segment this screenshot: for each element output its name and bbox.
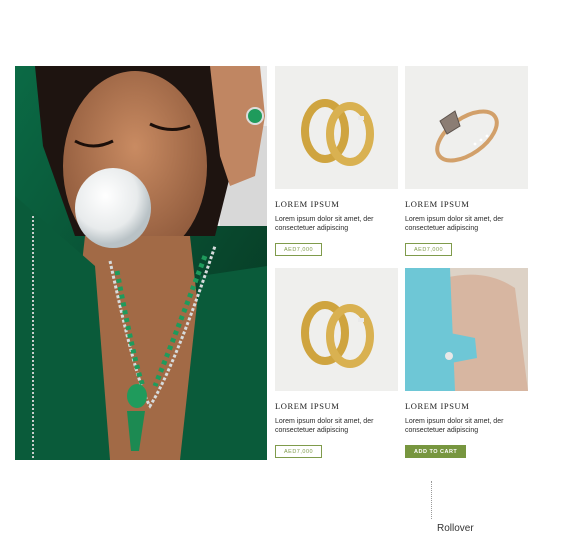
product-card[interactable]: LOREM IPSUM Lorem ipsum dolor sit amet, … <box>275 268 398 458</box>
product-title[interactable]: LOREM IPSUM <box>275 401 398 411</box>
gold-wedding-bands-icon[interactable] <box>275 66 398 189</box>
product-card[interactable]: LOREM IPSUM Lorem ipsum dolor sit amet, … <box>405 66 528 256</box>
product-description: Lorem ipsum dolor sit amet, der consecte… <box>275 418 374 434</box>
product-card-rollover[interactable]: LOREM IPSUM Lorem ipsum dolor sit amet, … <box>405 268 528 458</box>
model-blue-gloves-ring-icon[interactable] <box>405 268 528 391</box>
price-button[interactable]: AED7,000 <box>405 243 453 256</box>
product-description: Lorem ipsum dolor sit amet, der consecte… <box>275 216 374 232</box>
price-button[interactable]: AED7,000 <box>275 243 323 256</box>
rollover-annotation: Rollover <box>437 523 474 534</box>
product-card[interactable]: LOREM IPSUM Lorem ipsum dolor sit amet, … <box>275 66 398 256</box>
product-description: Lorem ipsum dolor sit amet, der consecte… <box>405 216 504 232</box>
annotation-line <box>431 481 432 519</box>
product-title[interactable]: LOREM IPSUM <box>405 199 528 209</box>
product-description: Lorem ipsum dolor sit amet, der consecte… <box>405 418 504 434</box>
add-to-cart-button[interactable]: ADD TO CART <box>405 445 467 458</box>
gold-wedding-bands-icon[interactable] <box>275 268 398 391</box>
rose-gold-diamond-ring-icon[interactable] <box>405 66 528 189</box>
hero-editorial-image <box>15 66 267 460</box>
product-title[interactable]: LOREM IPSUM <box>275 199 398 209</box>
product-title[interactable]: LOREM IPSUM <box>405 401 528 411</box>
price-button[interactable]: AED7,000 <box>275 445 323 458</box>
